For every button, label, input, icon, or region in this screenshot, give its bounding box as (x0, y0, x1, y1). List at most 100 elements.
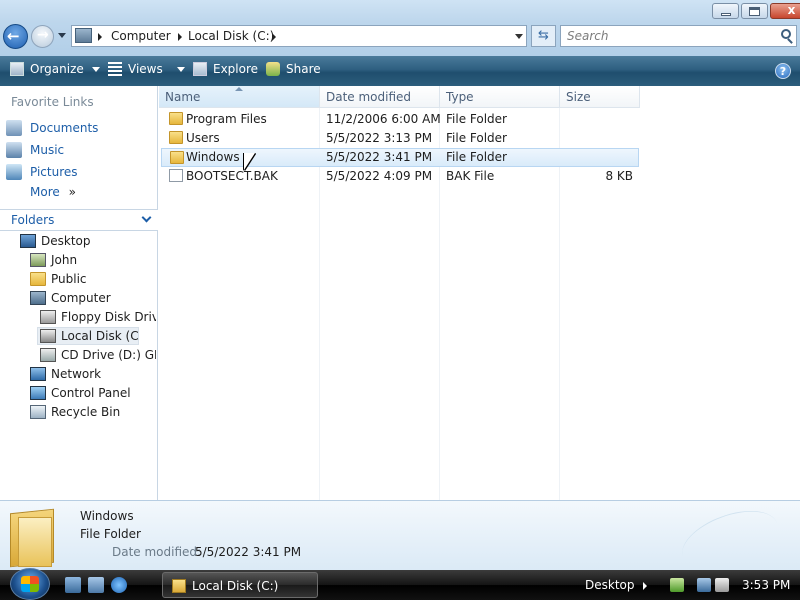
address-dropdown-icon[interactable] (515, 34, 523, 39)
column-header-date[interactable]: Date modified (320, 86, 440, 108)
refresh-button[interactable]: ⇆ (531, 25, 556, 47)
cd-drive-icon (40, 348, 56, 362)
column-header-size[interactable]: Size (560, 86, 640, 108)
search-input[interactable]: Search (560, 25, 797, 47)
breadcrumb-computer[interactable]: Computer (111, 29, 171, 43)
decorative-swoosh (674, 499, 786, 581)
share-label: Share (286, 62, 321, 76)
folder-icon (30, 272, 46, 286)
close-button[interactable]: x (770, 3, 800, 19)
show-desktop-icon[interactable] (65, 577, 81, 593)
tree-item-desktop[interactable]: Desktop (20, 232, 156, 250)
explore-label: Explore (213, 62, 259, 76)
favorite-music[interactable]: Music (6, 141, 64, 159)
cell-type: File Folder (446, 131, 507, 145)
music-icon (6, 142, 22, 158)
address-bar[interactable]: Computer Local Disk (C:) (71, 25, 527, 47)
desktop-icon (20, 234, 36, 248)
cell-name: Windows (186, 150, 240, 164)
breadcrumb-separator-icon[interactable] (98, 33, 102, 41)
desktop-toolbar-label[interactable]: Desktop (585, 578, 635, 592)
tree-item-recycle-bin[interactable]: Recycle Bin (30, 403, 156, 421)
favorite-label: Music (30, 143, 65, 157)
favorite-label: Pictures (30, 165, 78, 179)
search-icon[interactable] (781, 29, 791, 39)
tree-item-floppy[interactable]: Floppy Disk Drive (40, 308, 156, 326)
volume-muted-icon[interactable] (715, 578, 729, 592)
documents-icon (6, 120, 22, 136)
column-header-name[interactable]: Name (159, 86, 320, 108)
search-placeholder: Search (567, 29, 609, 43)
tree-item-cd-drive[interactable]: CD Drive (D:) GRMCULFRER_EN_DVD (40, 346, 156, 364)
share-button[interactable]: Share (266, 62, 321, 76)
file-list: Name Date modified Type Size Program Fil… (159, 86, 800, 500)
floppy-drive-icon (40, 310, 56, 324)
list-row-bootsect[interactable]: BOOTSECT.BAK 5/5/2022 4:09 PM BAK File 8… (161, 167, 639, 186)
favorite-pictures[interactable]: Pictures (6, 163, 78, 181)
explore-icon (193, 62, 207, 76)
switch-windows-icon[interactable] (88, 577, 104, 593)
column-header-label: Size (566, 90, 591, 104)
back-button[interactable]: ← (3, 24, 28, 49)
security-tray-icon[interactable] (670, 578, 684, 592)
help-button[interactable]: ? (775, 63, 791, 79)
tree-item-computer[interactable]: Computer (30, 289, 156, 307)
breadcrumb-separator-icon[interactable] (178, 33, 182, 41)
internet-explorer-icon[interactable] (111, 577, 127, 593)
tree-item-label: Control Panel (51, 386, 131, 400)
forward-button[interactable]: → (31, 25, 54, 48)
maximize-button[interactable] (741, 3, 768, 19)
cell-date: 11/2/2006 6:00 AM (326, 112, 441, 126)
tree-item-control-panel[interactable]: Control Panel (30, 384, 156, 402)
recent-pages-dropdown[interactable] (58, 33, 66, 38)
tree-item-john[interactable]: John (30, 251, 156, 269)
double-chevron-right-icon: » (68, 185, 76, 199)
chevron-down-icon (91, 66, 100, 72)
details-pane: Windows File Folder Date modified: 5/5/2… (0, 499, 800, 581)
tree-item-label: Floppy Disk Drive (61, 310, 156, 324)
breadcrumb-separator-icon[interactable] (272, 33, 276, 41)
cell-name: Users (186, 131, 220, 145)
details-modified-value: 5/5/2022 3:41 PM (195, 545, 302, 559)
breadcrumb-local-disk[interactable]: Local Disk (C:) (188, 29, 274, 43)
list-row-program-files[interactable]: Program Files 11/2/2006 6:00 AM File Fol… (161, 110, 639, 129)
cell-type: File Folder (446, 112, 507, 126)
recycle-bin-icon (30, 405, 46, 419)
start-button[interactable] (10, 568, 50, 600)
taskbar-window-label: Local Disk (C:) (192, 579, 279, 593)
column-header-label: Name (165, 90, 201, 104)
favorite-documents[interactable]: Documents (6, 119, 98, 137)
refresh-icon: ⇆ (538, 28, 549, 43)
more-label: More (30, 185, 60, 199)
tree-item-public[interactable]: Public (30, 270, 156, 288)
back-arrow-icon: ← (7, 27, 20, 45)
tree-item-local-disk[interactable]: Local Disk (C:) (37, 327, 139, 345)
explore-button[interactable]: Explore (193, 62, 258, 76)
folder-icon (172, 579, 186, 593)
mouse-cursor-icon (244, 153, 255, 170)
column-header-label: Date modified (326, 90, 412, 104)
more-favorites-link[interactable]: More » (30, 185, 76, 199)
tree-item-network[interactable]: Network (30, 365, 156, 383)
folders-header[interactable]: Folders (0, 209, 158, 231)
column-header-type[interactable]: Type (440, 86, 560, 108)
chevron-right-icon[interactable] (643, 582, 647, 590)
folder-icon (169, 131, 183, 144)
list-row-windows[interactable]: Windows 5/5/2022 3:41 PM File Folder (161, 148, 639, 167)
taskbar-clock[interactable]: 3:53 PM (742, 578, 790, 592)
network-tray-icon[interactable] (697, 578, 711, 592)
tree-item-label: John (51, 253, 78, 267)
pictures-icon (6, 164, 22, 180)
cell-type: BAK File (446, 169, 495, 183)
computer-icon (30, 291, 46, 305)
window-controls: x (710, 3, 800, 19)
tree-item-label: Computer (51, 291, 111, 305)
views-button[interactable]: Views (108, 62, 185, 76)
organize-button[interactable]: Organize (10, 62, 100, 76)
minimize-button[interactable] (712, 3, 739, 19)
list-row-users[interactable]: Users 5/5/2022 3:13 PM File Folder (161, 129, 639, 148)
computer-icon (75, 28, 92, 43)
details-modified-label: Date modified: (112, 545, 202, 559)
taskbar-window-button[interactable]: Local Disk (C:) (162, 572, 318, 598)
share-icon (266, 62, 280, 76)
